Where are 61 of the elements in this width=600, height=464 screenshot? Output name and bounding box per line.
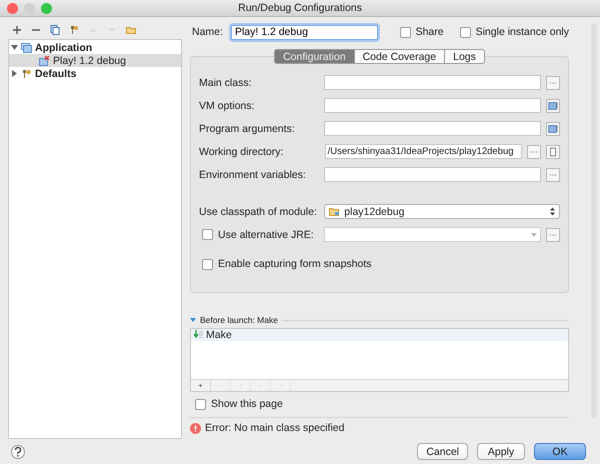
field-label: VM options: (199, 100, 256, 112)
close-button[interactable] (7, 3, 18, 14)
browse-button[interactable] (546, 76, 560, 90)
show-page-checkbox[interactable] (195, 398, 206, 410)
browse-button[interactable] (527, 144, 542, 158)
tree-item[interactable]: Defaults (9, 67, 181, 80)
name-label: Name: (192, 26, 223, 38)
minimize-button[interactable] (24, 3, 35, 14)
field-label: Environment variables: (199, 168, 307, 180)
share-checkbox[interactable] (400, 26, 411, 38)
dialog-button[interactable]: Apply (477, 443, 525, 460)
jre-combo-box[interactable] (324, 227, 542, 242)
folder-icon (329, 207, 340, 216)
expand-text-icon[interactable] (546, 122, 560, 136)
expanded-triangle-icon[interactable] (11, 44, 18, 51)
section-title: Before launch: Make (200, 315, 278, 325)
plus-icon[interactable] (12, 25, 22, 35)
error-icon (190, 422, 201, 434)
tab[interactable]: Code Coverage (354, 49, 446, 64)
error-message: Error: No main class specified (205, 422, 344, 434)
module-dropdown[interactable]: play12debug (324, 204, 560, 219)
field-label: Program arguments: (199, 122, 296, 134)
text-field[interactable] (324, 98, 542, 113)
field-label: Main class: (199, 76, 253, 88)
browse-button[interactable] (546, 168, 560, 182)
collapsed-triangle-icon[interactable] (11, 70, 18, 77)
window-title: Run/Debug Configurations (238, 2, 362, 14)
tree-item[interactable]: Application (9, 41, 181, 54)
text-field[interactable]: /Users/shinyaa31/IdeaProjects/play12debug (324, 144, 522, 159)
stepper-icon (550, 207, 555, 216)
expand-text-icon[interactable] (546, 98, 560, 112)
folder-icon[interactable] (126, 25, 136, 35)
tree-item[interactable]: Play! 1.2 debug (9, 54, 181, 67)
zoom-button[interactable] (41, 3, 52, 14)
list-item[interactable]: Make (191, 329, 568, 341)
copy-icon[interactable] (50, 25, 60, 35)
document-icon[interactable] (546, 144, 560, 158)
text-field[interactable] (324, 75, 542, 90)
field-label: Use classpath of module: (199, 206, 318, 218)
field-label: Use alternative JRE: (218, 228, 314, 240)
help-button[interactable] (11, 444, 25, 458)
field-label: Working directory: (199, 146, 284, 158)
single-instance-checkbox[interactable] (460, 26, 471, 38)
text-field[interactable] (324, 167, 542, 182)
window-error-icon (39, 56, 50, 66)
checkbox-label: Share (416, 26, 444, 38)
tab[interactable]: Configuration (274, 49, 355, 64)
jre-checkbox[interactable] (202, 229, 213, 240)
download-arrow-icon (193, 330, 203, 340)
dialog-button[interactable]: OK (534, 443, 586, 460)
browse-button[interactable] (546, 228, 560, 242)
tab[interactable]: Logs (445, 49, 485, 64)
window-icon (21, 42, 32, 52)
dialog-button[interactable]: Cancel (417, 443, 468, 460)
snapshots-checkbox[interactable] (202, 258, 213, 270)
checkbox-label: Single instance only (476, 26, 569, 38)
checkbox-label: Show this page (211, 398, 283, 410)
text-field[interactable] (324, 121, 542, 136)
expanded-triangle-icon[interactable] (190, 318, 196, 322)
name-field[interactable]: Play! 1.2 debug (230, 24, 378, 40)
checkbox-label: Enable capturing form snapshots (218, 258, 372, 270)
